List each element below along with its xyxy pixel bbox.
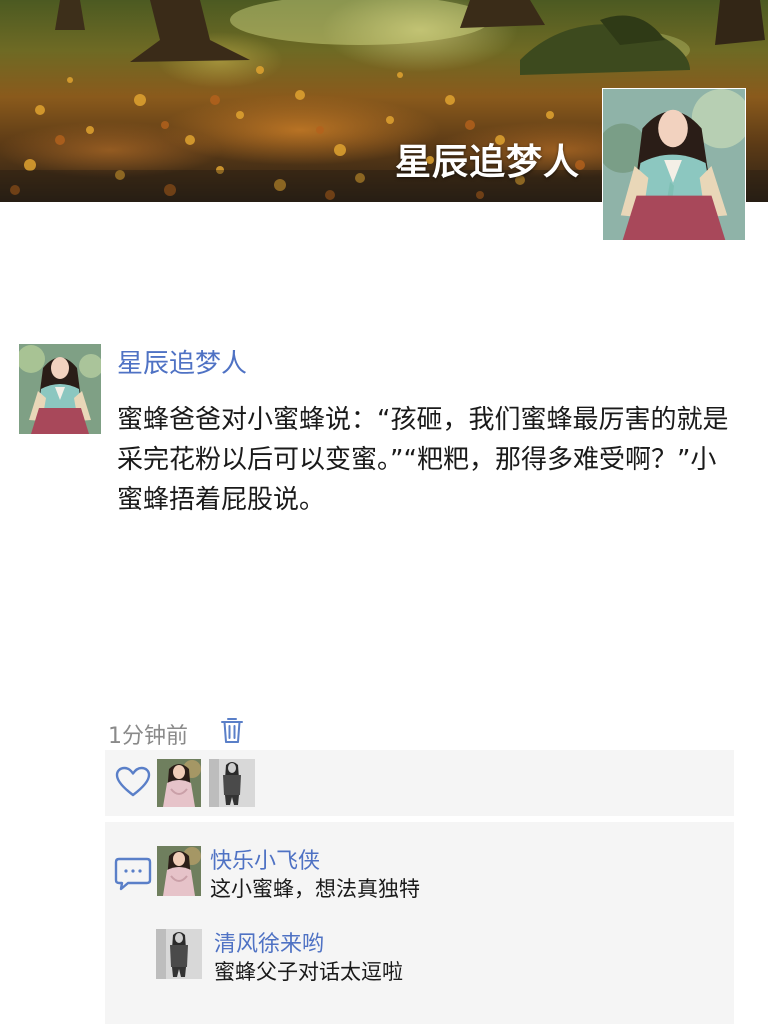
woman-hanbok-portrait	[603, 89, 745, 240]
trash-icon[interactable]	[220, 716, 244, 744]
woman-portrait-monochrome	[209, 759, 255, 807]
heart-icon[interactable]	[115, 766, 151, 798]
comment-user-avatar[interactable]	[156, 929, 202, 979]
comment-bubble-icon[interactable]	[114, 856, 152, 892]
comment-text: 这小蜜蜂，想法真独特	[210, 877, 420, 901]
post-author-avatar[interactable]	[19, 344, 101, 434]
post-content: 蜜蜂爸爸对小蜜蜂说：“孩砸，我们蜜蜂最厉害的就是采完花粉以后可以变蜜。”“粑粑，…	[117, 405, 729, 515]
woman-hanbok-portrait	[19, 344, 101, 434]
woman-portrait	[157, 759, 201, 807]
comment-text: 蜜蜂父子对话太逗啦	[214, 960, 403, 984]
comment-author[interactable]: 快乐小飞侠	[210, 843, 320, 875]
cover-username: 星辰追梦人	[394, 142, 580, 183]
post-timestamp: 1分钟前	[108, 724, 188, 749]
comment-author[interactable]: 清风徐来哟	[214, 926, 324, 958]
like-user-avatar[interactable]	[157, 759, 201, 807]
comment-user-avatar[interactable]	[157, 846, 201, 896]
profile-avatar[interactable]	[602, 88, 746, 241]
like-user-avatar[interactable]	[209, 759, 255, 807]
post-author-name[interactable]: 星辰追梦人	[117, 343, 247, 380]
woman-portrait	[157, 846, 201, 896]
woman-portrait-monochrome	[156, 929, 202, 979]
